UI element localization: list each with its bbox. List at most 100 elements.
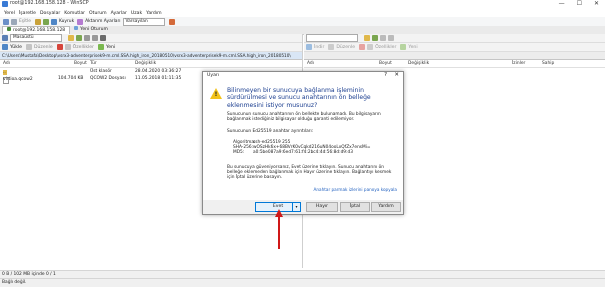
remote-new-icon <box>400 44 407 50</box>
queue-button[interactable]: Kuyruk <box>59 19 74 24</box>
local-column-header: Adı Boyut Tür Değişiklik <box>0 60 302 68</box>
remote-properties-icon <box>367 44 374 50</box>
no-button[interactable]: Hayır <box>306 202 338 212</box>
transfer-settings-label: Aktarım Ayarları <box>85 19 121 24</box>
menu-komutlar[interactable]: Komutlar <box>64 11 85 16</box>
upload-button[interactable]: Yükle <box>10 45 22 50</box>
selection-status-text: 0 B / 102 MB içinde 0 / 1 <box>2 272 56 277</box>
dialog-title: Uyarı <box>207 73 220 78</box>
remote-column-header: Adı Boyut Değişiklik İzinler Sahip <box>304 60 605 68</box>
yes-dropdown-icon[interactable]: ▾ <box>292 203 300 211</box>
warning-mark: ! <box>214 91 218 98</box>
col-name[interactable]: Adı <box>3 61 10 66</box>
remote-file-toolbar: İndir Düzenle Özellikler Yeni <box>304 43 605 52</box>
menu-uzak[interactable]: Uzak <box>131 11 142 16</box>
file-name: virtioa.qcow2 <box>3 77 33 82</box>
col-owner[interactable]: Sahip <box>542 61 554 66</box>
remote-folder-icon[interactable] <box>364 35 370 41</box>
help-button[interactable]: Yardım <box>371 202 401 212</box>
refresh-icon[interactable] <box>42 18 49 25</box>
tab-new-session[interactable]: Yeni Oturum <box>70 26 112 34</box>
maximize-button[interactable]: ☐ <box>577 0 582 7</box>
home-icon[interactable] <box>100 35 106 41</box>
new-icon <box>98 44 104 50</box>
col-size[interactable]: Boyut <box>379 61 392 66</box>
minimize-button[interactable]: — <box>559 0 565 7</box>
col-name[interactable]: Adı <box>307 61 314 66</box>
file-size: 104.704 KB <box>58 76 84 81</box>
dialog-button-bar: Evet ▾ Hayır İptal Yardım <box>203 200 403 214</box>
file-modified: 28.04.2020 03:36:27 <box>135 69 182 74</box>
refresh-remote-icon[interactable] <box>372 35 378 41</box>
edit-button[interactable]: Düzenle <box>34 45 53 50</box>
menu-bar: Yerel İşaretle Dosyalar Komutlar Oturum … <box>0 9 605 17</box>
col-type[interactable]: Tür <box>90 61 97 66</box>
remote-path[interactable] <box>304 52 605 60</box>
dialog-paragraph-1: Sunucunun sunucu anahtarının ön bellekte… <box>227 112 381 123</box>
dialog-titlebar: Uyarı ? ✕ <box>203 72 403 80</box>
delete-icon[interactable] <box>56 44 63 50</box>
col-modified[interactable]: Değişiklik <box>135 61 156 66</box>
folder-open-icon[interactable] <box>68 35 74 41</box>
remote-edit-icon <box>328 44 335 50</box>
properties-icon <box>64 44 71 50</box>
local-path[interactable]: C:\Users\Mustafa\Desktop\vsrx3-adventerp… <box>0 52 302 60</box>
local-panel-icon[interactable] <box>3 18 9 25</box>
menu-ayarlar[interactable]: Ayarlar <box>111 11 127 16</box>
remote-properties-button[interactable]: Özellikler <box>375 45 396 50</box>
remote-dir-select[interactable] <box>306 34 358 42</box>
preferences-icon[interactable] <box>168 18 175 25</box>
compare-icon[interactable] <box>11 18 17 25</box>
remote-forward-icon[interactable] <box>388 35 394 41</box>
menu-isaretle[interactable]: İşaretle <box>19 11 36 16</box>
file-type: QCOW2 Dosyası <box>90 76 126 81</box>
col-size[interactable]: Boyut <box>74 61 87 66</box>
tab-label: root@192.168.158.128 <box>13 27 66 33</box>
dialog-close-button[interactable]: ✕ <box>394 72 399 78</box>
annotation-arrow-line <box>278 215 280 249</box>
refresh-local-icon[interactable] <box>76 35 82 41</box>
properties-button[interactable]: Özellikler <box>73 45 94 50</box>
remote-delete-icon[interactable] <box>359 44 366 50</box>
dialog-heading: Bilinmeyen bir sunucuya bağlanma işlemin… <box>227 87 371 109</box>
main-toolbar: Eşitle Kuyruk Aktarım Ayarları Varsayıla… <box>0 17 605 26</box>
upload-icon <box>2 44 8 50</box>
connection-status-text: Bağlı değil. <box>2 280 27 285</box>
transfer-settings-select[interactable]: Varsayılan <box>122 17 165 26</box>
window-title: root@192.168.158.128 - WinSCP <box>10 1 89 6</box>
download-button[interactable]: İndir <box>314 45 324 50</box>
edit-icon <box>25 44 32 50</box>
close-window-button[interactable]: ✕ <box>594 0 599 7</box>
col-permissions[interactable]: İzinler <box>512 61 525 66</box>
sync-button[interactable]: Eşitle <box>19 19 31 24</box>
terminal-icon[interactable] <box>34 18 41 25</box>
file-modified: 11.05.2018 01:11:35 <box>135 76 182 81</box>
queue-icon[interactable] <box>50 18 57 25</box>
remote-new-button[interactable]: Yeni <box>408 45 417 50</box>
md5-value: a0:5be087a9:6ed7:61:f4:2bc4:4d:56:8d:d9:… <box>253 150 353 155</box>
menu-yardim[interactable]: Yardım <box>146 11 161 16</box>
dialog-paragraph-2: Sunucunun Ed25519 anahtar ayrıntıları: <box>227 129 314 134</box>
local-drive-select[interactable]: Masaüstü <box>10 34 62 42</box>
remote-drive-toolbar <box>304 34 605 43</box>
back-icon[interactable] <box>84 35 90 41</box>
cancel-button[interactable]: İptal <box>340 202 370 212</box>
md5-label: MD5: <box>233 150 245 155</box>
remote-edit-button[interactable]: Düzenle <box>336 45 355 50</box>
download-icon <box>306 44 312 50</box>
md5-row: MD5: a0:5be087a9:6ed7:61:f4:2bc4:4d:56:8d… <box>233 150 353 155</box>
dialog-paragraph-3: Bu sunucuya güveniyorsanız, Evet üzerine… <box>227 165 392 181</box>
app-icon <box>2 1 8 7</box>
new-button[interactable]: Yeni <box>106 45 115 50</box>
forward-icon[interactable] <box>92 35 98 41</box>
local-file-toolbar: Yükle Düzenle Özellikler Yeni <box>0 43 302 52</box>
menu-oturum[interactable]: Oturum <box>89 11 107 16</box>
settings-icon[interactable] <box>77 18 84 25</box>
menu-dosyalar[interactable]: Dosyalar <box>40 11 60 16</box>
new-session-icon <box>74 26 79 30</box>
dialog-help-icon[interactable]: ? <box>384 72 387 78</box>
col-modified[interactable]: Değişiklik <box>408 61 429 66</box>
remote-back-icon[interactable] <box>380 35 386 41</box>
copy-fingerprint-link[interactable]: Anahtar parmak izlerini panoya kopyala <box>314 187 398 192</box>
menu-yerel[interactable]: Yerel <box>4 11 15 16</box>
